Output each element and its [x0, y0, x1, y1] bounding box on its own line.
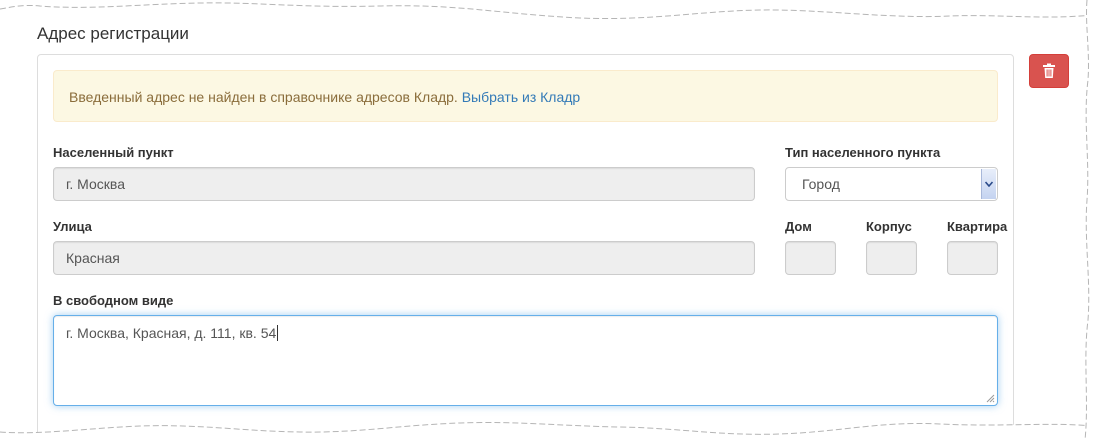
building-input[interactable]: [866, 241, 917, 275]
torn-edge-top: [0, 0, 1093, 20]
trash-icon: [1043, 63, 1055, 78]
locality-type-label: Тип населенного пункта: [785, 145, 941, 160]
house-label: Дом: [785, 219, 812, 234]
free-form-value: г. Москва, Красная, д. 111, кв. 54: [66, 325, 277, 341]
locality-label: Населенный пункт: [53, 145, 174, 160]
building-label: Корпус: [866, 219, 912, 234]
section-title: Адрес регистрации: [37, 24, 189, 43]
apartment-label: Квартира: [947, 219, 1008, 234]
street-input[interactable]: Красная: [53, 241, 755, 275]
locality-input[interactable]: г. Москва: [53, 167, 755, 201]
free-form-label: В свободном виде: [53, 293, 174, 308]
page: Адрес регистрации Введенный адрес не най…: [0, 0, 1093, 440]
alert-message: Введенный адрес не найден в справочнике …: [69, 89, 458, 105]
text-caret: [277, 325, 279, 341]
delete-button[interactable]: [1029, 54, 1069, 88]
locality-type-value: Город: [802, 176, 840, 192]
torn-edge-bottom: [0, 422, 1093, 440]
locality-type-select[interactable]: Город: [785, 167, 998, 201]
torn-edge-right: [1084, 0, 1093, 440]
house-input[interactable]: [785, 241, 836, 275]
kladr-alert: Введенный адрес не найден в справочнике …: [53, 70, 998, 122]
chevron-down-icon[interactable]: [981, 169, 996, 199]
resize-grip-icon[interactable]: [985, 393, 995, 403]
free-form-textarea[interactable]: г. Москва, Красная, д. 111, кв. 54: [53, 315, 998, 406]
street-label: Улица: [53, 219, 92, 234]
apartment-input[interactable]: [947, 241, 998, 275]
choose-from-kladr-link[interactable]: Выбрать из Кладр: [462, 89, 580, 105]
